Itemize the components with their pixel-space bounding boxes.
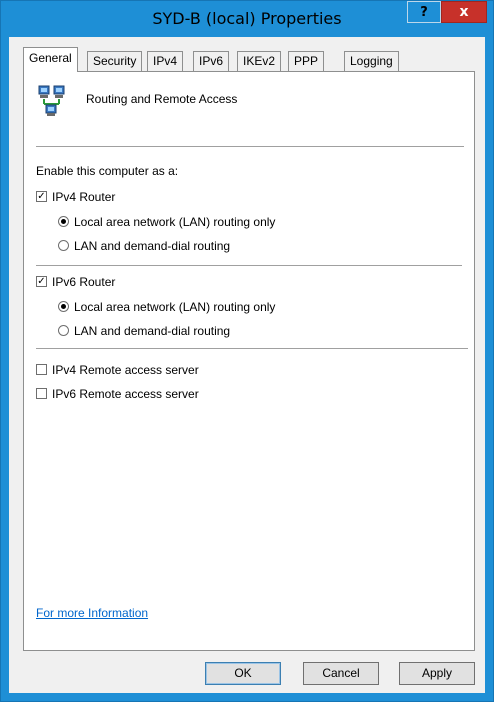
dialog-client-area: General Security IPv4 IPv6 IKEv2 PPP Log… bbox=[9, 37, 485, 693]
ipv4-demand-dial-label[interactable]: LAN and demand-dial routing bbox=[74, 239, 230, 253]
tab-ipv6[interactable]: IPv6 bbox=[193, 51, 230, 71]
ipv6-router-checkbox[interactable]: ✓ bbox=[36, 276, 47, 287]
header-label: Routing and Remote Access bbox=[86, 92, 238, 106]
close-icon: x bbox=[459, 4, 469, 20]
computers-network-icon bbox=[38, 85, 65, 116]
help-icon: ? bbox=[420, 4, 428, 20]
ipv6-lan-only-radio[interactable] bbox=[58, 301, 69, 312]
ipv4-router-checkbox[interactable]: ✓ bbox=[36, 191, 47, 202]
ipv6-ras-label[interactable]: IPv6 Remote access server bbox=[52, 387, 199, 401]
ipv4-ras-label[interactable]: IPv4 Remote access server bbox=[52, 363, 199, 377]
ipv6-demand-dial-label[interactable]: LAN and demand-dial routing bbox=[74, 324, 230, 338]
apply-button[interactable]: Apply bbox=[399, 662, 475, 685]
ipv4-lan-only-radio[interactable] bbox=[58, 216, 69, 227]
tab-ppp[interactable]: PPP bbox=[288, 51, 325, 71]
ipv6-ras-checkbox[interactable] bbox=[36, 388, 47, 399]
more-information-link[interactable]: For more Information bbox=[36, 606, 148, 620]
help-button[interactable]: ? bbox=[407, 1, 441, 23]
tab-security[interactable]: Security bbox=[87, 51, 143, 71]
ipv4-demand-dial-radio[interactable] bbox=[58, 240, 69, 251]
title-bar[interactable]: SYD-B (local) Properties ? x bbox=[1, 1, 493, 37]
tab-general[interactable]: General bbox=[23, 47, 78, 72]
ipv4-lan-only-label[interactable]: Local area network (LAN) routing only bbox=[74, 215, 275, 229]
enable-label: Enable this computer as a: bbox=[36, 164, 179, 178]
ipv6-divider bbox=[36, 348, 468, 350]
ipv6-lan-only-label[interactable]: Local area network (LAN) routing only bbox=[74, 300, 275, 314]
cancel-button[interactable]: Cancel bbox=[303, 662, 379, 685]
general-tab-panel: Routing and Remote Access Enable this co… bbox=[23, 71, 475, 651]
header-divider bbox=[36, 146, 464, 148]
ipv4-divider bbox=[36, 265, 462, 267]
ipv6-demand-dial-radio[interactable] bbox=[58, 325, 69, 336]
tab-ikev2[interactable]: IKEv2 bbox=[237, 51, 282, 71]
ok-button[interactable]: OK bbox=[205, 662, 281, 685]
tab-logging[interactable]: Logging bbox=[344, 51, 399, 71]
tab-ipv4[interactable]: IPv4 bbox=[147, 51, 184, 71]
ipv4-router-label[interactable]: IPv4 Router bbox=[52, 190, 115, 204]
properties-window: SYD-B (local) Properties ? x General Sec… bbox=[0, 0, 494, 702]
ipv6-router-label[interactable]: IPv6 Router bbox=[52, 275, 115, 289]
ipv4-ras-checkbox[interactable] bbox=[36, 364, 47, 375]
close-button[interactable]: x bbox=[441, 1, 487, 23]
